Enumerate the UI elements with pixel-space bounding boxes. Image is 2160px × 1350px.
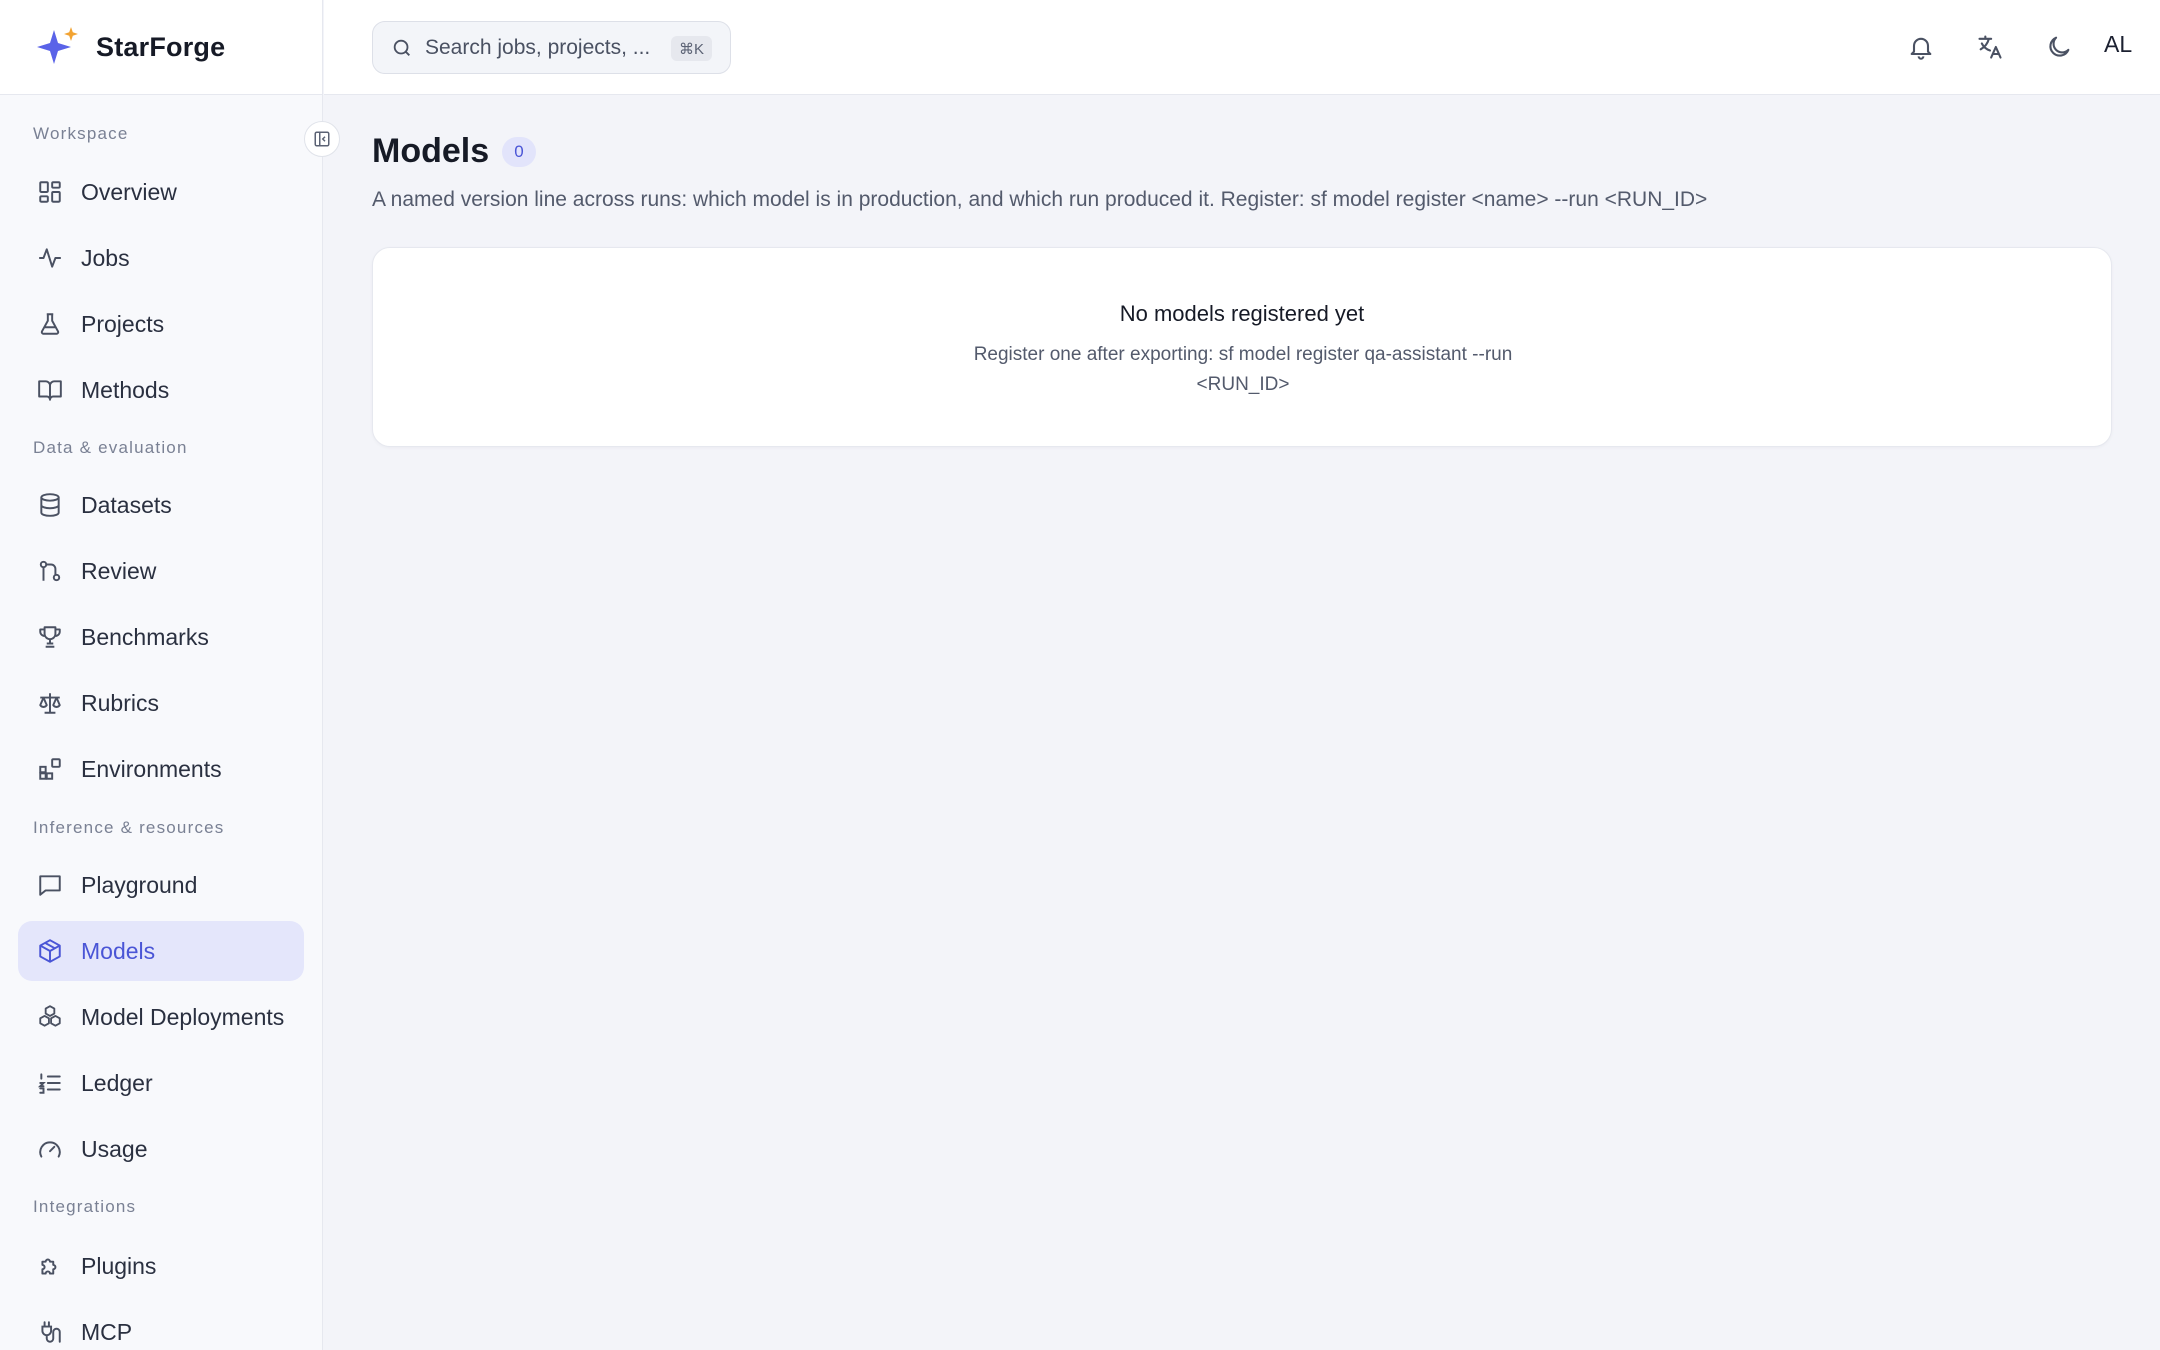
sidebar-item-mcp[interactable]: MCP xyxy=(18,1302,304,1350)
sidebar-item-label: Overview xyxy=(81,178,177,205)
sidebar-item-label: MCP xyxy=(81,1318,133,1345)
sidebar-item-overview[interactable]: Overview xyxy=(18,162,304,222)
theme-toggle-button[interactable] xyxy=(2042,30,2076,64)
sidebar-item-label: Plugins xyxy=(81,1252,157,1279)
page-description: A named version line across runs: which … xyxy=(372,188,1708,211)
empty-state-card: No models registered yet Register one af… xyxy=(372,247,2112,447)
brand[interactable]: StarForge xyxy=(0,0,322,95)
page-title: Models xyxy=(372,132,490,170)
sidebar-item-model-deployments[interactable]: Model Deployments xyxy=(18,987,304,1047)
sidebar-item-models[interactable]: Models xyxy=(18,921,304,981)
list-ordered-icon xyxy=(36,1069,64,1097)
sidebar-item-projects[interactable]: Projects xyxy=(18,294,304,354)
search-shortcut-badge: ⌘K xyxy=(670,36,712,61)
message-square-icon xyxy=(36,871,64,899)
sidebar-item-label: Ledger xyxy=(81,1069,153,1096)
sidebar-item-datasets[interactable]: Datasets xyxy=(18,475,304,535)
sidebar-item-review[interactable]: Review xyxy=(18,541,304,601)
sidebar-item-label: Models xyxy=(81,937,156,964)
overview-icon xyxy=(36,178,64,206)
puzzle-icon xyxy=(36,1252,64,1280)
sidebar: StarForge Workspace Overview Jobs Projec… xyxy=(0,0,323,1350)
brand-name: StarForge xyxy=(96,31,226,62)
sidebar-item-rubrics[interactable]: Rubrics xyxy=(18,673,304,733)
flask-icon xyxy=(36,310,64,338)
sidebar-item-label: Benchmarks xyxy=(81,623,209,650)
sidebar-item-environments[interactable]: Environments xyxy=(18,739,304,799)
plug-icon xyxy=(36,1318,64,1346)
sidebar-item-label: Playground xyxy=(81,871,198,898)
sidebar-item-label: Jobs xyxy=(81,244,130,271)
sidebar-item-label: Environments xyxy=(81,755,222,782)
git-pull-request-icon xyxy=(36,557,64,585)
sidebar-item-ledger[interactable]: Ledger xyxy=(18,1053,304,1113)
moon-icon xyxy=(2049,36,2070,57)
book-icon xyxy=(36,376,64,404)
section-label-inference-resources: Inference & resources xyxy=(33,818,225,837)
sidebar-item-label: Projects xyxy=(81,310,165,337)
search-input[interactable]: Search jobs, projects, ... ⌘K xyxy=(372,21,731,74)
blocks-icon xyxy=(36,755,64,783)
empty-state-description: Register one after exporting: sf model r… xyxy=(973,344,1513,395)
user-avatar[interactable]: AL xyxy=(2104,31,2132,58)
sidebar-item-label: Review xyxy=(81,557,157,584)
language-button[interactable] xyxy=(1973,30,2007,64)
sidebar-item-methods[interactable]: Methods xyxy=(18,360,304,420)
scale-icon xyxy=(36,689,64,717)
section-label-data-evaluation: Data & evaluation xyxy=(33,438,188,457)
sidebar-item-label: Rubrics xyxy=(81,689,159,716)
sidebar-item-label: Methods xyxy=(81,376,170,403)
gauge-icon xyxy=(36,1135,64,1163)
activity-icon xyxy=(36,244,64,272)
section-label-integrations: Integrations xyxy=(33,1197,137,1216)
languages-icon xyxy=(1978,35,2002,59)
starforge-logo-icon xyxy=(37,27,78,64)
search-placeholder: Search jobs, projects, ... xyxy=(425,35,651,59)
box-icon xyxy=(36,937,64,965)
sidebar-item-benchmarks[interactable]: Benchmarks xyxy=(18,607,304,667)
bell-icon xyxy=(1910,37,1932,60)
sidebar-item-plugins[interactable]: Plugins xyxy=(18,1236,304,1296)
sidebar-item-label: Model Deployments xyxy=(81,1003,285,1030)
collapse-sidebar-button[interactable] xyxy=(304,121,340,157)
section-label-workspace: Workspace xyxy=(33,124,129,143)
sidebar-item-label: Datasets xyxy=(81,491,172,518)
models-count-badge: 0 xyxy=(502,137,536,167)
sidebar-item-playground[interactable]: Playground xyxy=(18,855,304,915)
panel-left-close-icon xyxy=(314,131,330,147)
search-icon xyxy=(393,39,410,56)
sidebar-item-usage[interactable]: Usage xyxy=(18,1119,304,1179)
sidebar-item-jobs[interactable]: Jobs xyxy=(18,228,304,288)
empty-state-title: No models registered yet xyxy=(1119,301,1365,326)
trophy-icon xyxy=(36,623,64,651)
sidebar-item-label: Usage xyxy=(81,1135,148,1162)
notifications-button[interactable] xyxy=(1904,30,1938,64)
top-bar: Search jobs, projects, ... ⌘K AL xyxy=(324,0,2160,95)
database-icon xyxy=(36,491,64,519)
boxes-icon xyxy=(36,1003,64,1031)
